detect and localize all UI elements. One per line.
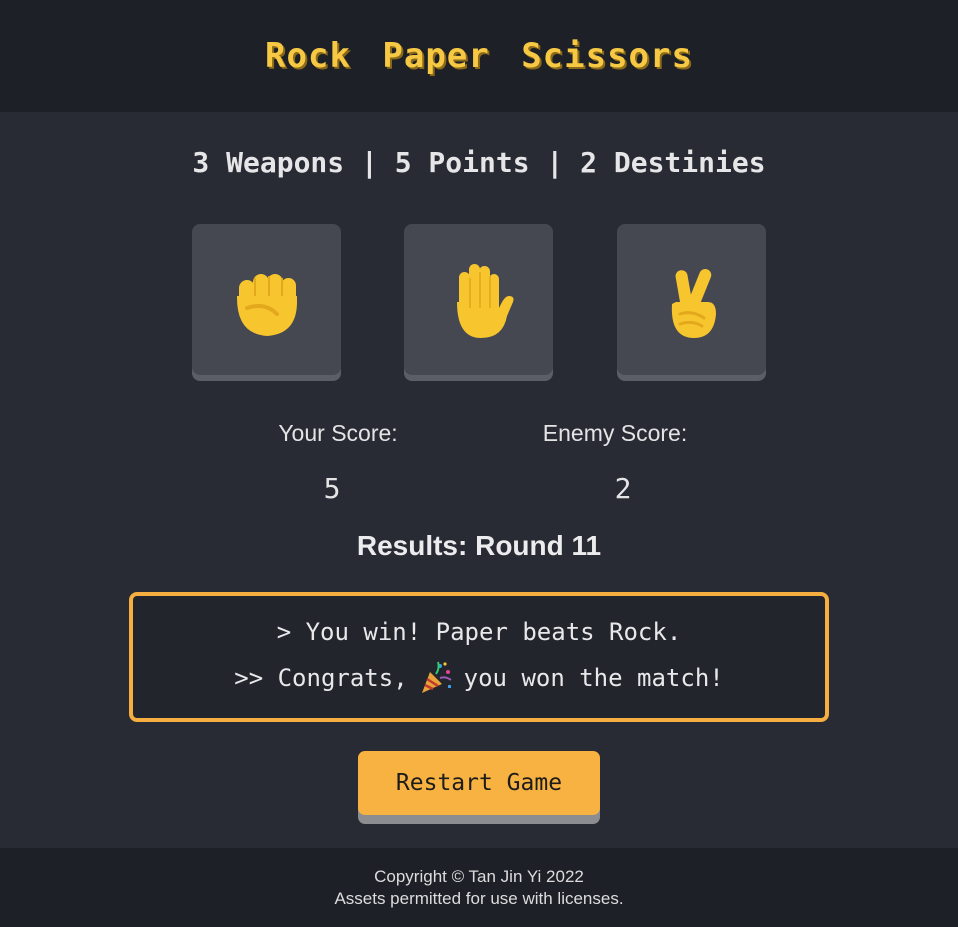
scissors-button[interactable]: [617, 224, 766, 375]
paper-hand-icon: [456, 263, 513, 338]
match-result-message: >> Congrats, you won the match!: [234, 660, 724, 696]
player-score-value: 5: [323, 472, 341, 505]
tagline: 3 Weapons | 5 Points | 2 Destinies: [192, 146, 766, 179]
paper-button[interactable]: [404, 224, 553, 375]
enemy-score-label: Enemy Score:: [542, 420, 688, 446]
result-message-box: > You win! Paper beats Rock. >> Congrats…: [129, 592, 829, 722]
match-result-prefix: >> Congrats,: [234, 664, 408, 692]
license-text: Assets permitted for use with licenses.: [334, 888, 624, 908]
copyright-text: Copyright © Tan Jin Yi 2022: [374, 866, 584, 886]
page-title: Rock Paper Scissors: [265, 36, 693, 76]
restart-game-button[interactable]: Restart Game: [358, 751, 600, 815]
results-heading: Results: Round 11: [356, 530, 602, 561]
party-popper-icon: [421, 661, 452, 693]
footer: Copyright © Tan Jin Yi 2022 Assets permi…: [0, 848, 958, 927]
header: Rock Paper Scissors: [0, 0, 958, 112]
rock-fist-icon: [236, 273, 297, 336]
rock-button[interactable]: [192, 224, 341, 375]
round-result-message: > You win! Paper beats Rock.: [276, 618, 682, 646]
scissors-victory-hand-icon: [671, 268, 716, 338]
match-result-suffix: you won the match!: [463, 664, 724, 692]
enemy-score-value: 2: [614, 472, 632, 505]
player-score-label: Your Score:: [278, 420, 398, 446]
